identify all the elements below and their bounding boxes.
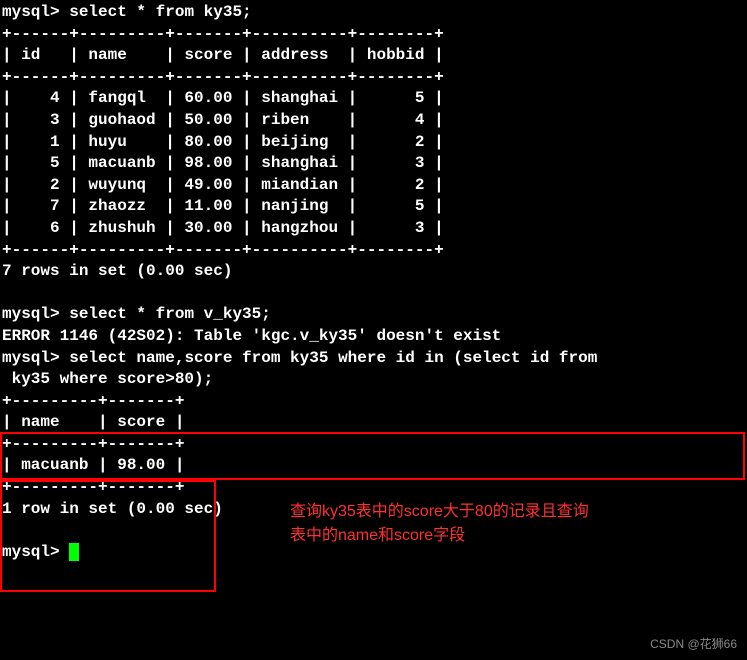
prompt: mysql> bbox=[2, 349, 69, 367]
table-border: +------+---------+-------+----------+---… bbox=[2, 68, 444, 86]
table-border: +---------+-------+ bbox=[2, 392, 184, 410]
result-summary: 1 row in set (0.00 sec) bbox=[2, 500, 223, 518]
annotation-text: 查询ky35表中的score大于80的记录且查询 表中的name和score字段 bbox=[290, 500, 589, 548]
table-row: | 2 | wuyunq | 49.00 | miandian | 2 | bbox=[2, 176, 444, 194]
result-summary: 7 rows in set (0.00 sec) bbox=[2, 262, 232, 280]
table-header: | id | name | score | address | hobbid | bbox=[2, 46, 444, 64]
table-row: | 6 | zhushuh | 30.00 | hangzhou | 3 | bbox=[2, 219, 444, 237]
table-row: | 3 | guohaod | 50.00 | riben | 4 | bbox=[2, 111, 444, 129]
table-border: +------+---------+-------+----------+---… bbox=[2, 25, 444, 43]
table-border: +---------+-------+ bbox=[2, 478, 184, 496]
table-border: +------+---------+-------+----------+---… bbox=[2, 241, 444, 259]
prompt: mysql> bbox=[2, 3, 69, 21]
sql-query-3-line1: select name,score from ky35 where id in … bbox=[69, 349, 597, 367]
sql-query-2: select * from v_ky35; bbox=[69, 305, 271, 323]
table-row: | 7 | zhaozz | 11.00 | nanjing | 5 | bbox=[2, 197, 444, 215]
table-row: | 1 | huyu | 80.00 | beijing | 2 | bbox=[2, 133, 444, 151]
table-border: +---------+-------+ bbox=[2, 435, 184, 453]
annotation-line-2: 表中的name和score字段 bbox=[290, 524, 589, 548]
table-row: | macuanb | 98.00 | bbox=[2, 456, 184, 474]
cursor[interactable] bbox=[69, 543, 79, 561]
prompt: mysql> bbox=[2, 543, 69, 561]
prompt: mysql> bbox=[2, 305, 69, 323]
watermark: CSDN @花狮66 bbox=[650, 636, 737, 652]
sql-query-1: select * from ky35; bbox=[69, 3, 251, 21]
table-row: | 4 | fangql | 60.00 | shanghai | 5 | bbox=[2, 89, 444, 107]
annotation-line-1: 查询ky35表中的score大于80的记录且查询 bbox=[290, 500, 589, 524]
table-header: | name | score | bbox=[2, 413, 184, 431]
table-row: | 5 | macuanb | 98.00 | shanghai | 3 | bbox=[2, 154, 444, 172]
terminal-output: mysql> select * from ky35; +------+-----… bbox=[0, 0, 747, 563]
error-message: ERROR 1146 (42S02): Table 'kgc.v_ky35' d… bbox=[2, 327, 501, 345]
sql-query-3-line2: ky35 where score>80); bbox=[2, 370, 213, 388]
